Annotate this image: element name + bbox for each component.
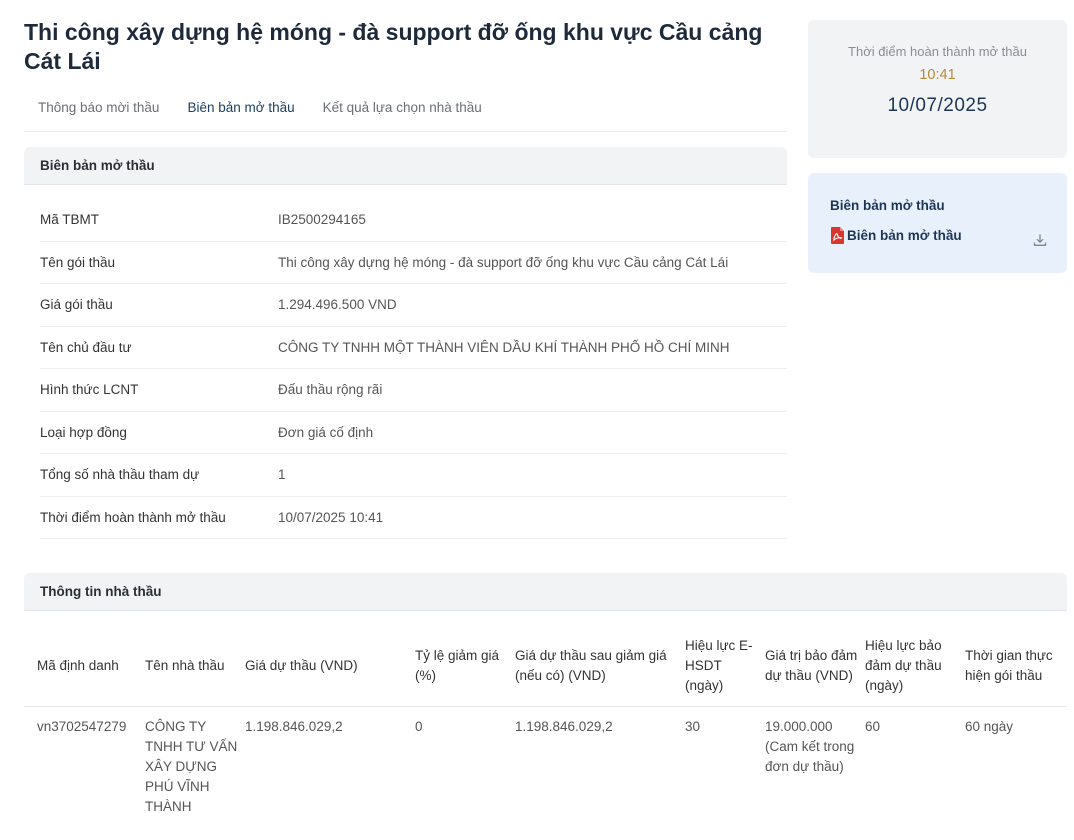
column-header: Tỷ lệ giảm giá (%) bbox=[415, 626, 515, 707]
info-label: Loại hợp đồng bbox=[40, 424, 127, 440]
column-header: Hiệu lực bảo đảm dự thầu (ngày) bbox=[865, 626, 965, 707]
info-row-package-price: Giá gói thầu 1.294.496.500 VND bbox=[40, 284, 787, 327]
bidder-table-header: Mã định danh Tên nhà thầu Giá dự thầu (V… bbox=[24, 626, 1067, 707]
column-header: Hiệu lực E-HSDT (ngày) bbox=[685, 626, 765, 707]
discount-rate: 0 bbox=[415, 718, 423, 734]
security-note: (Cam kết trong đơn dự thầu) bbox=[765, 738, 855, 774]
info-row-tbmt: Mã TBMT IB2500294165 bbox=[40, 199, 787, 242]
tab-selection-result[interactable]: Kết quả lựa chọn nhà thầu bbox=[309, 88, 496, 115]
page-title: Thi công xây dựng hệ móng - đà support đ… bbox=[24, 19, 763, 74]
security-value-cell: 19.000.000 (Cam kết trong đơn dự thầu) bbox=[765, 706, 865, 817]
info-value: IB2500294165 bbox=[278, 212, 366, 228]
column-header: Thời gian thực hiện gói thầu bbox=[965, 626, 1067, 707]
price-after-discount: 1.198.846.029,2 bbox=[515, 718, 613, 734]
info-value: Thi công xây dựng hệ móng - đà support đ… bbox=[278, 254, 729, 270]
tab-invitation[interactable]: Thông báo mời thầu bbox=[24, 88, 173, 115]
opening-section-header: Biên bản mở thầu bbox=[24, 147, 787, 185]
info-row-opening-time: Thời điểm hoàn thành mở thầu 10/07/2025 … bbox=[40, 497, 787, 539]
document-card-title: Biên bản mở thầu bbox=[830, 198, 945, 213]
info-value: CÔNG TY TNHH MỘT THÀNH VIÊN DẦU KHÍ THÀN… bbox=[278, 339, 730, 355]
info-label: Thời điểm hoàn thành mở thầu bbox=[40, 509, 226, 525]
opening-time-hour: 10:41 bbox=[919, 67, 956, 83]
bid-price: 1.198.846.029,2 bbox=[245, 718, 343, 734]
column-header: Giá trị bảo đảm dự thầu (VND) bbox=[765, 626, 865, 707]
info-value: 1 bbox=[278, 467, 286, 483]
info-row-selection-method: Hình thức LCNT Đấu thầu rộng rãi bbox=[40, 369, 787, 412]
column-header: Giá dự thầu sau giảm giá (nếu có) (VND) bbox=[515, 626, 685, 707]
info-row-contract-type: Loại hợp đồng Đơn giá cố định bbox=[40, 412, 787, 454]
info-label: Giá gói thầu bbox=[40, 297, 113, 313]
download-icon[interactable] bbox=[1033, 233, 1047, 247]
info-value: 10/07/2025 10:41 bbox=[278, 509, 384, 525]
column-header: Tên nhà thầu bbox=[145, 626, 245, 707]
info-label: Tổng số nhà thầu tham dự bbox=[40, 467, 200, 483]
bidder-name: CÔNG TY TNHH TƯ VẤN XÂY DỰNG PHÚ VĨNH TH… bbox=[145, 718, 238, 814]
opening-time-label: Thời điểm hoàn thành mở thầu bbox=[848, 44, 1027, 59]
opening-info-table: Mã TBMT IB2500294165 Tên gói thầu Thi cô… bbox=[40, 199, 787, 539]
info-value: Đơn giá cố định bbox=[278, 424, 374, 440]
column-header: Giá dự thầu (VND) bbox=[245, 626, 415, 707]
bidder-id: vn3702547279 bbox=[37, 718, 127, 734]
file-label: Biên bản mở thầu bbox=[847, 228, 962, 243]
info-label: Hình thức LCNT bbox=[40, 382, 139, 398]
tab-opening-record[interactable]: Biên bản mở thầu bbox=[173, 88, 308, 115]
security-value: 19.000.000 bbox=[765, 718, 833, 734]
info-label: Mã TBMT bbox=[40, 212, 100, 228]
tab-bar: Thông báo mời thầu Biên bản mở thầu Kết … bbox=[24, 88, 787, 132]
bidder-table: Mã định danh Tên nhà thầu Giá dự thầu (V… bbox=[24, 626, 1067, 817]
info-label: Tên gói thầu bbox=[40, 254, 116, 270]
column-header: Mã định danh bbox=[24, 626, 145, 707]
info-value: Đấu thầu rộng rãi bbox=[278, 382, 383, 398]
opening-document-card: Biên bản mở thầu Biên bản mở thầu bbox=[808, 173, 1067, 273]
bidder-section-header: Thông tin nhà thầu bbox=[24, 573, 1067, 611]
opening-record-file-link[interactable]: Biên bản mở thầu bbox=[830, 227, 962, 244]
info-row-bidder-count: Tổng số nhà thầu tham dự 1 bbox=[40, 454, 787, 497]
security-validity: 60 bbox=[865, 718, 881, 734]
opening-time-date: 10/07/2025 bbox=[887, 95, 988, 116]
info-row-investor: Tên chủ đầu tư CÔNG TY TNHH MỘT THÀNH VI… bbox=[40, 327, 787, 369]
bid-validity: 30 bbox=[685, 718, 701, 734]
execution-duration: 60 ngày bbox=[965, 718, 1014, 734]
opening-time-card: Thời điểm hoàn thành mở thầu 10:41 10/07… bbox=[808, 20, 1067, 158]
info-label: Tên chủ đầu tư bbox=[40, 339, 132, 355]
pdf-icon bbox=[830, 227, 845, 244]
info-row-package-name: Tên gói thầu Thi công xây dựng hệ móng -… bbox=[40, 242, 787, 284]
table-row: vn3702547279 CÔNG TY TNHH TƯ VẤN XÂY DỰN… bbox=[24, 706, 1067, 817]
info-value: 1.294.496.500 VND bbox=[278, 297, 397, 313]
